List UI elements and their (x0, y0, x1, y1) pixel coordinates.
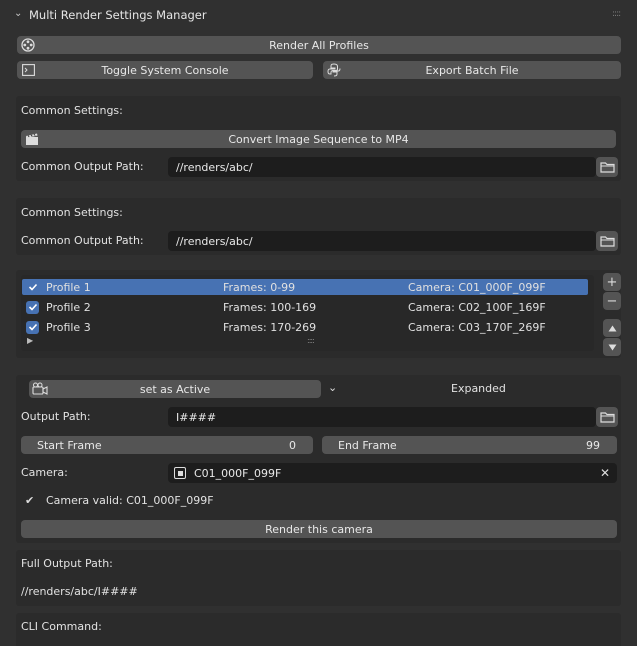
common-output-label-2: Common Output Path: (21, 234, 144, 247)
profile-row-3[interactable]: Profile 3 Frames: 170-269 Camera: C03_17… (22, 319, 588, 335)
common-settings-heading: Common Settings: (21, 104, 123, 117)
start-frame-field[interactable]: Start Frame 0 (21, 436, 313, 454)
collapse-chevron-icon[interactable]: ⌄ (14, 8, 22, 19)
output-path-label: Output Path: (21, 410, 91, 423)
clapperboard-icon (24, 131, 40, 147)
profile-name: Profile 1 (46, 280, 91, 294)
start-frame-value: 0 (289, 438, 296, 452)
move-down-button[interactable] (603, 338, 621, 356)
resize-grip-icon[interactable]: :::: (307, 336, 315, 345)
set-active-label: set as Active (139, 382, 211, 396)
camera-field[interactable]: C01_000F_099F ✕ (168, 463, 617, 483)
python-icon (326, 62, 342, 78)
end-frame-label: End Frame (338, 438, 397, 452)
end-frame-value: 99 (586, 438, 600, 452)
profile-name: Profile 2 (46, 300, 91, 314)
render-camera-label: Render this camera (265, 522, 373, 536)
enable-checkbox[interactable] (26, 320, 39, 334)
enable-checkbox[interactable] (26, 280, 39, 294)
panel-title: Multi Render Settings Manager (29, 8, 207, 22)
common-output-label: Common Output Path: (21, 160, 144, 173)
folder-icon (599, 412, 615, 423)
active-profile-panel (16, 375, 621, 543)
render-camera-button[interactable]: Render this camera (21, 520, 617, 538)
output-path-field[interactable]: I#### (168, 407, 596, 427)
clear-icon[interactable]: ✕ (600, 466, 610, 480)
profile-camera: Camera: C01_000F_099F (408, 280, 546, 294)
camera-label: Camera: (21, 466, 68, 479)
convert-mp4-button[interactable]: Convert Image Sequence to MP4 (21, 130, 616, 148)
add-profile-button[interactable]: + (603, 273, 621, 291)
profile-camera: Camera: C03_170F_269F (408, 320, 546, 334)
profile-name: Profile 3 (46, 320, 91, 334)
minus-icon: − (606, 293, 618, 309)
common-output-path-field[interactable]: //renders/abc/ (168, 157, 596, 177)
camera-valid-text: Camera valid: C01_000F_099F (46, 494, 214, 507)
plus-icon: + (606, 274, 618, 290)
common-settings-heading-2: Common Settings: (21, 206, 123, 219)
enable-checkbox[interactable] (26, 300, 39, 314)
move-up-button[interactable] (603, 319, 621, 337)
full-output-label: Full Output Path: (21, 557, 113, 570)
export-batch-label: Export Batch File (425, 63, 519, 77)
common-output-path-field-2[interactable]: //renders/abc/ (168, 231, 596, 251)
dropdown-chevron-icon[interactable]: ⌄ (328, 381, 337, 394)
expanded-label: Expanded (451, 382, 506, 395)
browse-output-button[interactable] (596, 407, 618, 427)
end-frame-field[interactable]: End Frame 99 (322, 436, 617, 454)
object-icon (174, 467, 186, 479)
profile-camera: Camera: C02_100F_169F (408, 300, 546, 314)
toggle-console-label: Toggle System Console (101, 63, 229, 77)
cli-label: CLI Command: (21, 620, 102, 633)
profile-frames: Frames: 170-269 (223, 320, 317, 334)
expand-filter-icon[interactable]: ▶ (27, 336, 33, 345)
full-output-value: //renders/abc/I#### (21, 585, 138, 598)
profile-row-1[interactable]: Profile 1 Frames: 0-99 Camera: C01_000F_… (22, 279, 588, 295)
toggle-console-button[interactable]: Toggle System Console (17, 61, 313, 79)
console-icon (20, 62, 36, 78)
camera-icon (32, 381, 48, 397)
common-output-path-value-2: //renders/abc/ (176, 234, 253, 248)
remove-profile-button[interactable]: − (603, 292, 621, 310)
common-output-path-value: //renders/abc/ (176, 160, 253, 174)
profile-frames: Frames: 100-169 (223, 300, 317, 314)
export-batch-button[interactable]: Export Batch File (323, 61, 621, 79)
profile-row-2[interactable]: Profile 2 Frames: 100-169 Camera: C02_10… (22, 299, 588, 315)
film-reel-icon (20, 37, 36, 53)
drag-grip-icon[interactable]: :::: (612, 9, 621, 19)
render-all-label: Render All Profiles (269, 38, 369, 52)
convert-mp4-label: Convert Image Sequence to MP4 (228, 132, 409, 146)
browse-folder-button-2[interactable] (596, 231, 618, 251)
start-frame-label: Start Frame (37, 438, 102, 452)
folder-icon (599, 236, 615, 247)
cli-panel (16, 613, 621, 646)
checkmark-icon: ✔ (25, 494, 35, 507)
camera-value: C01_000F_099F (194, 466, 282, 480)
profile-frames: Frames: 0-99 (223, 280, 296, 294)
render-all-button[interactable]: Render All Profiles (17, 36, 621, 54)
folder-icon (599, 162, 615, 173)
set-active-button[interactable]: set as Active (29, 380, 321, 398)
triangle-up-icon (608, 325, 616, 331)
output-path-value: I#### (176, 410, 217, 424)
triangle-down-icon (608, 344, 616, 350)
browse-folder-button[interactable] (596, 157, 618, 177)
